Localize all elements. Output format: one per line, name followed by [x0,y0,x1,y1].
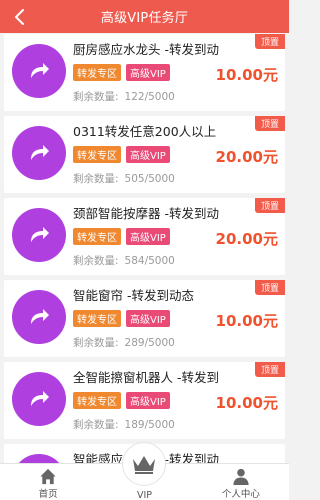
task-card[interactable]: 厨房感应水龙头 -转发到动 顶置 转发专区 高级VIP 剩余数量: 122/500… [4,34,285,111]
task-name: 智能窗帘 -转发到动态 [73,288,194,303]
share-icon [12,290,66,344]
share-icon [12,126,66,180]
tag-vip: 高级VIP [126,310,170,327]
task-card[interactable]: 智能窗帘 -转发到动态 顶置 转发专区 高级VIP 剩余数量: 289/5000 … [4,280,285,357]
tag-forward-zone: 转发专区 [73,146,121,163]
tag-forward-zone: 转发专区 [73,310,121,327]
remaining-count: 剩余数量: 122/5000 [73,89,175,104]
share-icon [12,454,66,463]
tag-vip: 高级VIP [126,228,170,245]
tag-vip: 高级VIP [126,146,170,163]
remaining-label: 剩余数量: [73,173,119,185]
task-name: 厨房感应水龙头 -转发到动 [73,42,219,57]
task-list[interactable]: 厨房感应水龙头 -转发到动 顶置 转发专区 高级VIP 剩余数量: 122/500… [0,33,289,463]
remaining-count: 剩余数量: 584/5000 [73,253,175,268]
task-name: 0311转发任意200人以上 [73,124,217,139]
remaining-label: 剩余数量: [73,337,119,349]
task-card[interactable]: 0311转发任意200人以上 顶置 转发专区 高级VIP 剩余数量: 505/50… [4,116,285,193]
share-icon [12,372,66,426]
pinned-badge: 顶置 [255,34,285,49]
tag-vip: 高级VIP [126,392,170,409]
pinned-badge: 顶置 [255,198,285,213]
task-price: 20.00元 [215,148,278,166]
share-icon [12,44,66,98]
back-button[interactable] [10,7,30,27]
header-bar: 高级VIP任务厅 [0,0,289,33]
tag-vip: 高级VIP [126,64,170,81]
vip-crown-button[interactable] [122,442,167,486]
task-name: 全智能擦窗机器人 -转发到 [73,370,219,385]
tab-profile-label: 个人中心 [221,489,260,500]
tab-vip-label: VIP [136,490,152,500]
tag-forward-zone: 转发专区 [73,228,121,245]
task-price: 10.00元 [215,394,278,412]
pinned-badge: 顶置 [255,362,285,377]
remaining-count: 剩余数量: 289/5000 [73,335,175,350]
remaining-value: 505/5000 [124,173,175,185]
remaining-value: 584/5000 [124,255,175,267]
remaining-label: 剩余数量: [73,419,119,431]
tab-profile[interactable]: 个人中心 [193,464,289,500]
task-card[interactable]: 颈部智能按摩器 -转发到动 顶置 转发专区 高级VIP 剩余数量: 584/500… [4,198,285,275]
pinned-badge: 顶置 [255,116,285,131]
remaining-label: 剩余数量: [73,255,119,267]
bottom-tab-bar: 首页 VIP 个人中心 [0,442,289,500]
remaining-value: 122/5000 [124,91,175,103]
home-icon [40,468,56,485]
task-name: 颈部智能按摩器 -转发到动 [73,206,219,221]
tag-forward-zone: 转发专区 [73,392,121,409]
tag-forward-zone: 转发专区 [73,64,121,81]
remaining-label: 剩余数量: [73,91,119,103]
crown-icon [133,456,156,474]
back-arrow-icon [15,9,24,25]
user-icon [233,468,249,486]
tab-vip[interactable]: VIP [96,442,192,500]
task-card[interactable]: 全智能擦窗机器人 -转发到 顶置 转发专区 高级VIP 剩余数量: 189/500… [4,362,285,439]
remaining-value: 289/5000 [124,337,175,349]
tab-home[interactable]: 首页 [0,464,96,500]
task-price: 20.00元 [215,230,278,248]
tab-home-label: 首页 [38,489,58,500]
pinned-badge: 顶置 [255,280,285,295]
task-price: 10.00元 [215,66,278,84]
remaining-count: 剩余数量: 189/5000 [73,417,175,432]
remaining-value: 189/5000 [124,419,175,431]
remaining-count: 剩余数量: 505/5000 [73,171,175,186]
page-title: 高级VIP任务厅 [100,11,189,26]
task-price: 10.00元 [215,312,278,330]
share-icon [12,208,66,262]
